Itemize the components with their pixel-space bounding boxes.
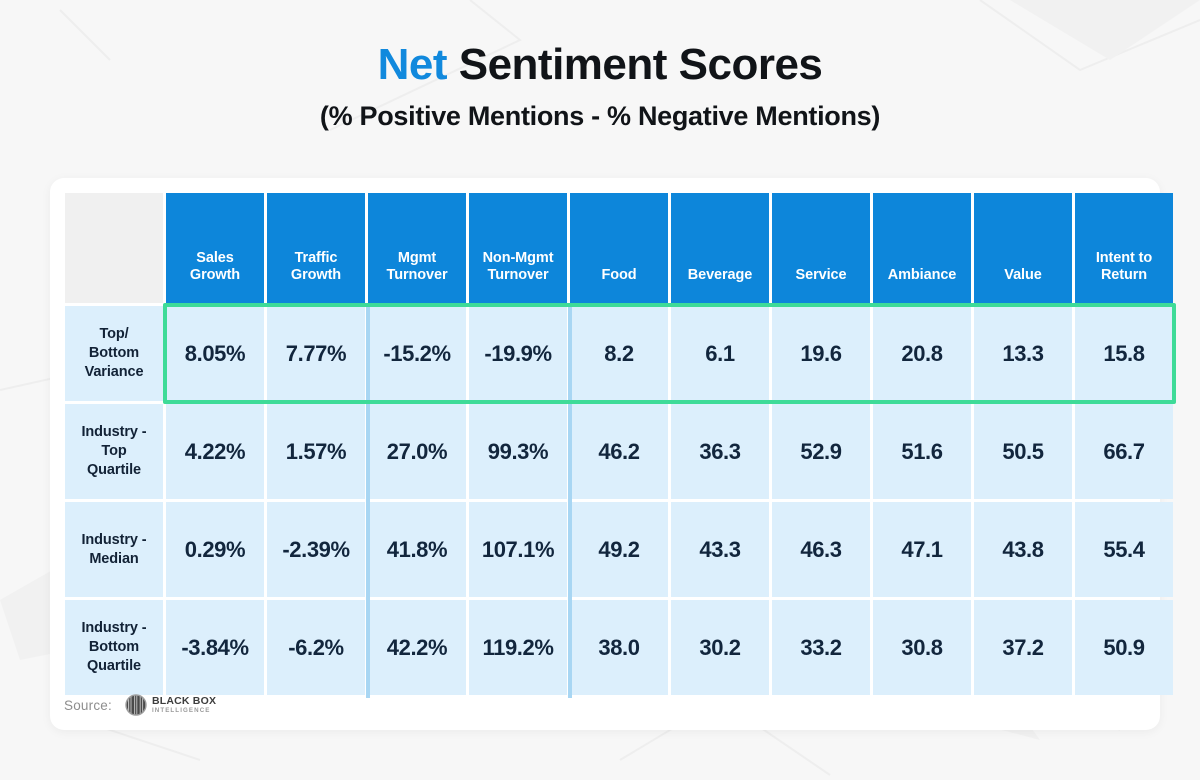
cell-r3-c5: 49.2: [570, 502, 668, 597]
cell-r4-c4: 119.2%: [469, 600, 567, 695]
cell-r4-c8: 30.8: [873, 600, 971, 695]
cell-r1-c2: 7.77%: [267, 306, 365, 401]
cell-r4-c1: -3.84%: [166, 600, 264, 695]
row-label-4: Industry - Bottom Quartile: [65, 600, 163, 695]
cell-r4-c9: 37.2: [974, 600, 1072, 695]
cell-r4-c7: 33.2: [772, 600, 870, 695]
column-header-3: Mgmt Turnover: [368, 193, 466, 303]
cell-r2-c10: 66.7: [1075, 404, 1173, 499]
cell-r1-c10: 15.8: [1075, 306, 1173, 401]
cell-r2-c6: 36.3: [671, 404, 769, 499]
cell-r3-c3: 41.8%: [368, 502, 466, 597]
page-root: Net Sentiment Scores (% Positive Mention…: [0, 0, 1200, 780]
column-header-9: Value: [974, 193, 1072, 303]
row-label-2: Industry - Top Quartile: [65, 404, 163, 499]
cell-r1-c9: 13.3: [974, 306, 1072, 401]
table-head: Sales Growth Traffic Growth Mgmt Turnover Non-…: [65, 193, 1173, 303]
column-header-8: Ambiance: [873, 193, 971, 303]
cell-r4-c3: 42.2%: [368, 600, 466, 695]
cell-r1-c4: -19.9%: [469, 306, 567, 401]
table-body: Top/Bottom Variance 8.05% 7.77% -15.2% -19.9%…: [65, 306, 1173, 695]
row-label-3: Industry - Median: [65, 502, 163, 597]
cell-r3-c7: 46.3: [772, 502, 870, 597]
cell-r4-c2: -6.2%: [267, 600, 365, 695]
cell-r4-c6: 30.2: [671, 600, 769, 695]
column-header-5: Food: [570, 193, 668, 303]
cell-r4-c5: 38.0: [570, 600, 668, 695]
blackbox-logo-line2: INTELLIGENCE: [151, 706, 211, 714]
header-row: Sales Growth Traffic Growth Mgmt Turnover Non-…: [65, 193, 1173, 303]
cell-r3-c6: 43.3: [671, 502, 769, 597]
cell-r1-c3: -15.2%: [368, 306, 466, 401]
table-row: Industry - Median 0.29% -2.39% 41.8% 107.1% 49…: [65, 502, 1173, 597]
cell-r2-c8: 51.6: [873, 404, 971, 499]
table-wrapper: Sales Growth Traffic Growth Mgmt Turnover Non-…: [62, 190, 1176, 698]
page-title-rest: Sentiment Scores: [447, 40, 823, 89]
net-sentiment-table: Sales Growth Traffic Growth Mgmt Turnover Non-…: [62, 190, 1176, 698]
table-card: Sales Growth Traffic Growth Mgmt Turnover Non-…: [50, 178, 1176, 730]
table-row: Industry - Bottom Quartile -3.84% -6.2% 42.2%…: [65, 600, 1173, 695]
cell-r3-c10: 55.4: [1075, 502, 1173, 597]
blackbox-logo-text: BLACK BOX INTELLIGENCE: [152, 696, 216, 714]
table-row: Top/Bottom Variance 8.05% 7.77% -15.2% -19.9%…: [65, 306, 1173, 401]
blackbox-logo-line1: BLACK BOX: [151, 694, 217, 707]
cell-r2-c4: 99.3%: [469, 404, 567, 499]
column-header-4: Non-Mgmt Turnover: [469, 193, 567, 303]
cell-r2-c1: 4.22%: [166, 404, 264, 499]
column-header-10: Intent to Return: [1075, 193, 1173, 303]
cell-r2-c5: 46.2: [570, 404, 668, 499]
cell-r3-c1: 0.29%: [166, 502, 264, 597]
cell-r1-c5: 8.2: [570, 306, 668, 401]
cell-r3-c8: 47.1: [873, 502, 971, 597]
cell-r2-c7: 52.9: [772, 404, 870, 499]
cell-r3-c4: 107.1%: [469, 502, 567, 597]
page-title-accent: Net: [377, 40, 448, 89]
cell-r2-c2: 1.57%: [267, 404, 365, 499]
cell-r1-c8: 20.8: [873, 306, 971, 401]
source-label: Source:: [64, 697, 112, 713]
column-header-1: Sales Growth: [166, 193, 264, 303]
blackbox-circle-mark-icon: [125, 694, 147, 716]
title-block: Net Sentiment Scores (% Positive Mention…: [0, 0, 1200, 132]
row-label-1: Top/Bottom Variance: [65, 306, 163, 401]
column-header-6: Beverage: [671, 193, 769, 303]
column-group-separator: [567, 303, 572, 698]
cell-r3-c9: 43.8: [974, 502, 1072, 597]
source-footer: Source: BLACK BOX INTELLIGENCE: [64, 694, 216, 716]
cell-r3-c2: -2.39%: [267, 502, 365, 597]
blackbox-logo: BLACK BOX INTELLIGENCE: [125, 694, 216, 716]
cell-r2-c3: 27.0%: [368, 404, 466, 499]
cell-r1-c1: 8.05%: [166, 306, 264, 401]
cell-r4-c10: 50.9: [1075, 600, 1173, 695]
column-header-7: Service: [772, 193, 870, 303]
page-subtitle: (% Positive Mentions - % Negative Mentio…: [319, 100, 881, 131]
cell-r1-c6: 6.1: [671, 306, 769, 401]
table-corner-cell: [65, 193, 163, 303]
table-row: Industry - Top Quartile 4.22% 1.57% 27.0% 99.3…: [65, 404, 1173, 499]
page-title: Net Sentiment Scores: [0, 40, 1200, 91]
column-group-separator: [365, 303, 370, 698]
cell-r2-c9: 50.5: [974, 404, 1072, 499]
column-header-2: Traffic Growth: [267, 193, 365, 303]
cell-r1-c7: 19.6: [772, 306, 870, 401]
